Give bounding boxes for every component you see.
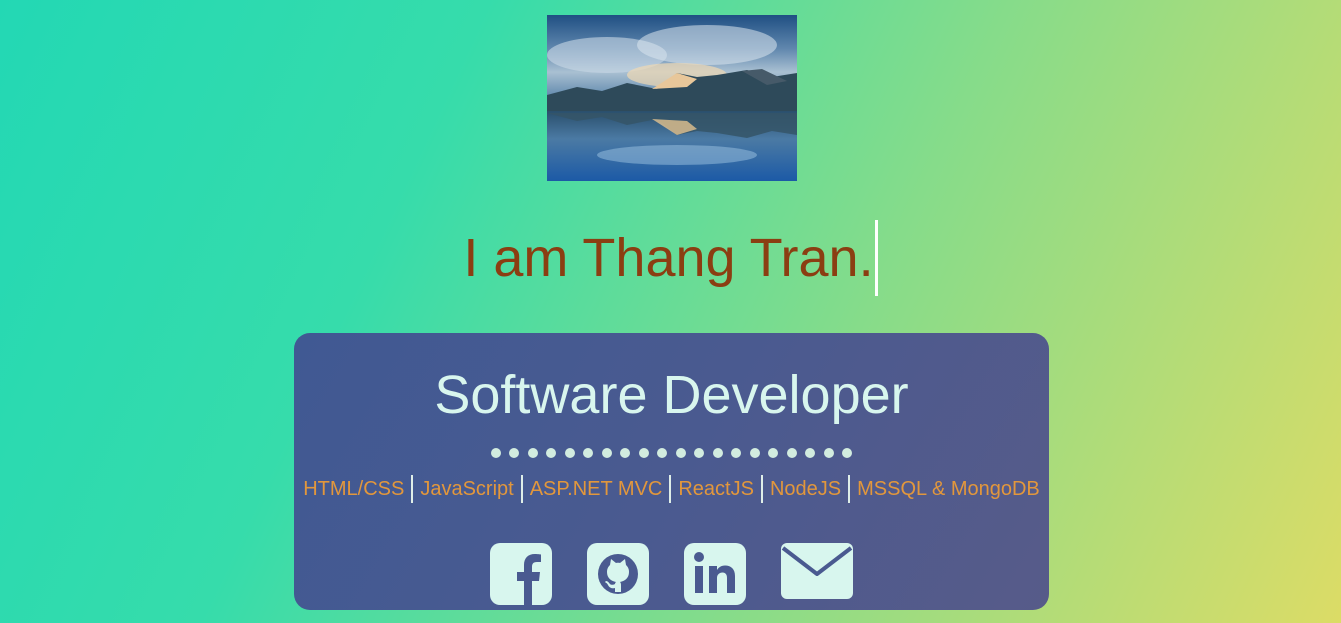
divider-dot [694,448,705,458]
divider-dot [823,448,834,458]
dot-divider [294,448,1049,460]
typing-cursor [874,220,878,296]
social-links [294,543,1049,605]
divider-dot [768,448,779,458]
github-icon [587,543,649,605]
divider-dot [527,448,538,458]
email-link[interactable] [781,543,853,604]
intro-heading: I am Thang Tran. [0,218,1341,298]
divider-dot [657,448,668,458]
divider-dot [731,448,742,458]
facebook-link[interactable] [490,543,552,610]
intro-text: I am Thang Tran. [463,228,874,288]
divider-dot [675,448,686,458]
divider-dot [509,448,520,458]
divider-dot [620,448,631,458]
divider-dot [842,448,853,458]
card-title: Software Developer [434,365,909,425]
divider-dot [564,448,575,458]
facebook-icon [490,543,552,605]
hero-landscape-image [547,15,797,181]
skill-html-css: HTML/CSS [303,478,405,500]
skill-mssql-mongodb: MSSQL & MongoDB [857,478,1040,500]
divider-dot [583,448,594,458]
divider-dot [638,448,649,458]
skill-aspnet-mvc: ASP.NET MVC [529,478,663,500]
profile-card: Software Developer HTML/CSS JavaScript A… [294,333,1049,610]
skills-list: HTML/CSS JavaScript ASP.NET MVC ReactJS … [294,474,1049,504]
divider-dot [546,448,557,458]
divider-dot [601,448,612,458]
linkedin-link[interactable] [684,543,746,610]
divider-dot [490,448,501,458]
divider-dot [712,448,723,458]
divider-dot [786,448,797,458]
divider-dot [805,448,816,458]
divider-dot [749,448,760,458]
skill-javascript: JavaScript [420,478,514,500]
skill-reactjs: ReactJS [678,478,754,500]
skill-nodejs: NodeJS [769,478,842,500]
email-icon [781,543,853,599]
linkedin-icon [684,543,746,605]
github-link[interactable] [587,543,649,610]
